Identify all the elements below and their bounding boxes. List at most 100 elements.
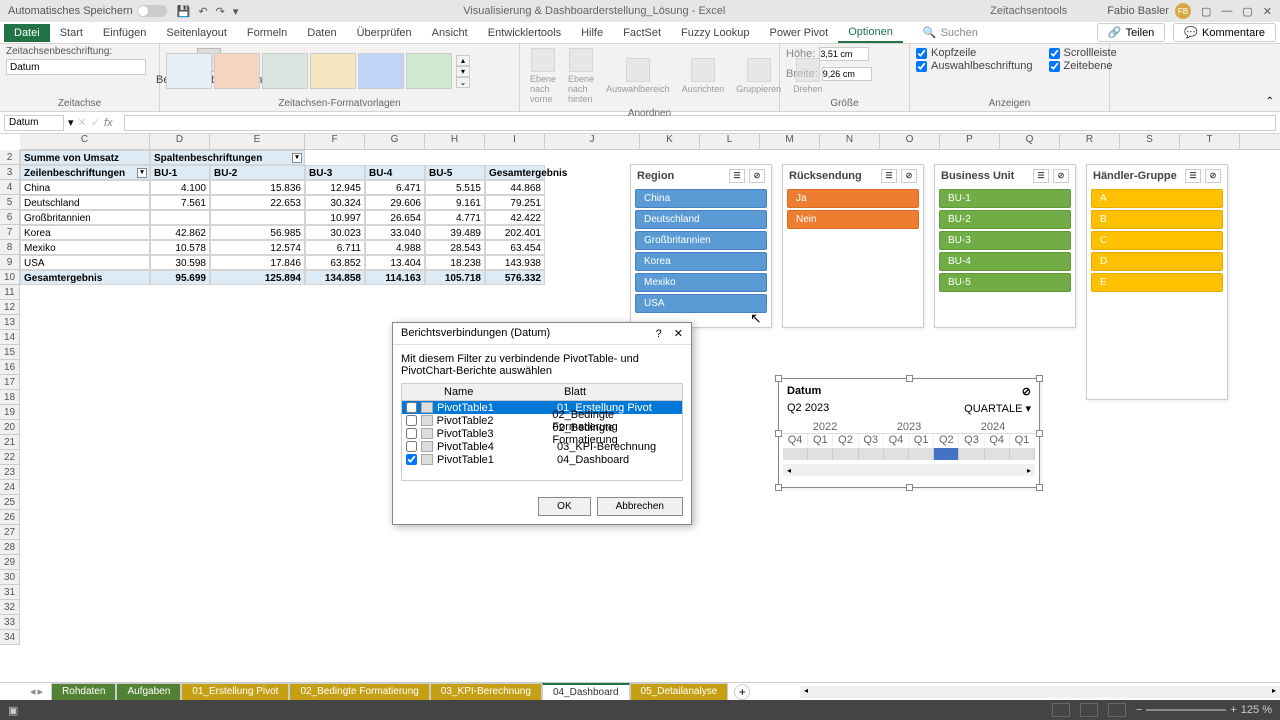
slicer-item[interactable]: A <box>1091 189 1223 208</box>
pivot-connection-row[interactable]: PivotTable302_Bedingte Formatierung <box>402 427 682 440</box>
ok-button[interactable]: OK <box>538 497 590 516</box>
resize-handle[interactable] <box>775 484 782 491</box>
slicer-handler-gruppe[interactable]: Händler-Gruppe☰⊘ ABCDE <box>1086 164 1228 400</box>
pivot-cell[interactable]: 30.023 <box>305 225 365 240</box>
slicer-item[interactable]: Nein <box>787 210 919 229</box>
row-header[interactable]: 15 <box>0 345 20 360</box>
row-header[interactable]: 3 <box>0 165 20 180</box>
tab-power pivot[interactable]: Power Pivot <box>760 24 839 42</box>
slicer-item[interactable]: USA <box>635 294 767 313</box>
add-sheet-button[interactable]: + <box>734 684 750 700</box>
pivot-cell[interactable]: 63.454 <box>485 240 545 255</box>
timeline-segment[interactable] <box>959 448 984 460</box>
pivot-connection-row[interactable]: PivotTable403_KPI-Berechnung <box>402 440 682 453</box>
row-header[interactable]: 18 <box>0 390 20 405</box>
record-macro-icon[interactable]: ▣ <box>8 704 18 717</box>
row-header[interactable]: 22 <box>0 450 20 465</box>
slicer-item[interactable]: C <box>1091 231 1223 250</box>
height-input[interactable] <box>819 47 869 61</box>
row-header[interactable]: 19 <box>0 405 20 420</box>
pivot-cell[interactable]: 4.988 <box>365 240 425 255</box>
slicer-item[interactable]: B <box>1091 210 1223 229</box>
row-checkbox[interactable] <box>406 402 417 413</box>
share-button[interactable]: 🔗Teilen <box>1097 23 1165 42</box>
row-header[interactable]: 26 <box>0 510 20 525</box>
timeline-quarter[interactable]: Q3 <box>959 434 984 446</box>
style-item[interactable] <box>310 53 356 89</box>
multiselect-icon[interactable]: ☰ <box>881 169 897 183</box>
clear-filter-icon[interactable]: ⊘ <box>901 169 917 183</box>
timeline-quarter[interactable]: Q4 <box>783 434 808 446</box>
timeline-segment[interactable] <box>884 448 909 460</box>
pivot-cell[interactable]: 18.238 <box>425 255 485 270</box>
timeline-quarter[interactable]: Q4 <box>985 434 1010 446</box>
pivot-cell[interactable]: Zeilenbeschriftungen▾ <box>20 165 150 180</box>
slicer-item[interactable]: BU-1 <box>939 189 1071 208</box>
sheet-tab[interactable]: 01_Erstellung Pivot <box>181 683 289 700</box>
slicer-rucksendung[interactable]: Rücksendung☰⊘ JaNein <box>782 164 924 328</box>
pivot-cell[interactable]: 26.654 <box>365 210 425 225</box>
width-input[interactable] <box>822 67 872 81</box>
worksheet-grid[interactable]: CDEFGHIJKLMNOPQRST 234567891011121314151… <box>0 134 1280 656</box>
column-header[interactable]: M <box>760 134 820 149</box>
pivot-cell[interactable]: 13.404 <box>365 255 425 270</box>
style-item[interactable] <box>358 53 404 89</box>
pivot-cell[interactable]: USA <box>20 255 150 270</box>
column-header[interactable]: E <box>210 134 305 149</box>
slicer-item[interactable]: BU-4 <box>939 252 1071 271</box>
redo-icon[interactable]: ↷ <box>216 5 225 18</box>
arrange-button[interactable]: Drehen <box>789 56 827 96</box>
timeline-segment[interactable] <box>985 448 1010 460</box>
row-header[interactable]: 9 <box>0 255 20 270</box>
style-item[interactable] <box>214 53 260 89</box>
pivot-cell[interactable]: 56.985 <box>210 225 305 240</box>
pivot-cell[interactable]: 28.543 <box>425 240 485 255</box>
slicer-item[interactable]: BU-2 <box>939 210 1071 229</box>
column-header[interactable]: J <box>545 134 640 149</box>
pagebreak-view-icon[interactable] <box>1108 703 1126 717</box>
pivot-cell[interactable]: 12.574 <box>210 240 305 255</box>
pivot-cell[interactable]: BU-4 <box>365 165 425 180</box>
sheet-tab[interactable]: Rohdaten <box>51 683 116 700</box>
timeline-quarter[interactable]: Q1 <box>1010 434 1035 446</box>
slicer-item[interactable]: D <box>1091 252 1223 271</box>
scroll-left-icon[interactable]: ◂ <box>783 466 795 475</box>
filter-dropdown-icon[interactable]: ▾ <box>292 153 302 163</box>
row-header[interactable]: 25 <box>0 495 20 510</box>
resize-handle[interactable] <box>775 430 782 437</box>
zoom-in-icon[interactable]: + <box>1230 704 1236 716</box>
row-header[interactable]: 34 <box>0 630 20 645</box>
column-header[interactable]: F <box>305 134 365 149</box>
cancel-formula-icon[interactable]: ✕ <box>78 116 87 129</box>
save-icon[interactable]: 💾 <box>177 5 191 18</box>
row-header[interactable]: 28 <box>0 540 20 555</box>
tab-daten[interactable]: Daten <box>297 24 346 42</box>
timeline-quarter[interactable]: Q1 <box>808 434 833 446</box>
pivot-cell[interactable]: Gesamtergebnis <box>20 270 150 285</box>
multiselect-icon[interactable]: ☰ <box>1033 169 1049 183</box>
timeline-segment[interactable] <box>783 448 808 460</box>
pivot-cell[interactable]: 79.251 <box>485 195 545 210</box>
row-header[interactable]: 5 <box>0 195 20 210</box>
multiselect-icon[interactable]: ☰ <box>1185 169 1201 183</box>
pivot-cell[interactable]: 9.161 <box>425 195 485 210</box>
timeline-segment[interactable] <box>833 448 858 460</box>
timeline-segment[interactable] <box>909 448 934 460</box>
pivot-cell[interactable]: 10.997 <box>305 210 365 225</box>
clear-filter-icon[interactable]: ⊘ <box>1205 169 1221 183</box>
arrange-button[interactable]: Auswahlbereich <box>602 56 674 96</box>
row-header[interactable]: 2 <box>0 150 20 165</box>
arrange-button[interactable]: Gruppieren <box>732 56 785 96</box>
pivot-cell[interactable]: 134.858 <box>305 270 365 285</box>
sel-label-checkbox[interactable] <box>916 61 927 72</box>
row-header[interactable]: 12 <box>0 300 20 315</box>
slicer-item[interactable]: BU-5 <box>939 273 1071 292</box>
pivot-cell[interactable]: 63.852 <box>305 255 365 270</box>
arrange-button[interactable]: Ebene nach vorne <box>526 46 560 106</box>
pivot-cell[interactable]: 95.699 <box>150 270 210 285</box>
timeline-caption-input[interactable] <box>6 59 146 75</box>
search-box[interactable]: 🔍 Suchen <box>923 26 978 39</box>
slicer-item[interactable]: Korea <box>635 252 767 271</box>
zoom-out-icon[interactable]: − <box>1136 704 1142 716</box>
pivot-cell[interactable]: 7.561 <box>150 195 210 210</box>
